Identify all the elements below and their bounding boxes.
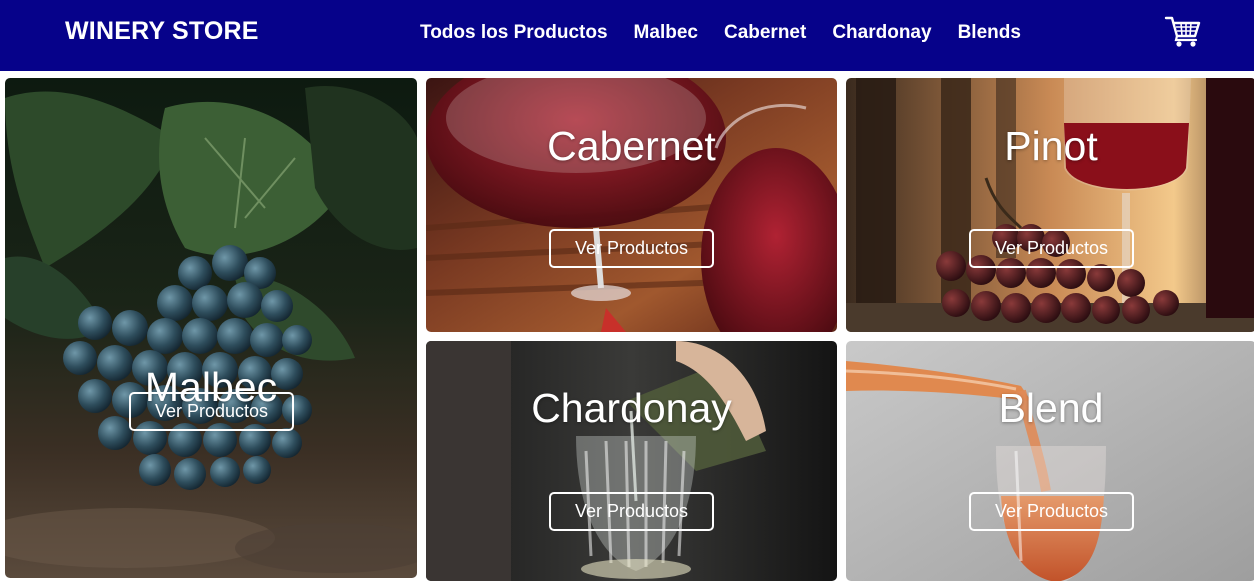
nav-link-chardonay[interactable]: Chardonay [832, 22, 931, 44]
pinot-image [846, 78, 1254, 332]
category-card-pinot: Pinot Ver Productos [846, 78, 1254, 332]
nav-link-cabernet[interactable]: Cabernet [724, 22, 806, 44]
card-title-cabernet: Cabernet [547, 123, 716, 169]
malbec-image [5, 78, 417, 578]
category-card-malbec: Malbec Ver Productos [5, 78, 417, 578]
cart-icon[interactable] [1164, 14, 1202, 48]
ver-productos-button-cabernet[interactable]: Ver Productos [549, 229, 714, 268]
category-card-chardonay: Chardonay Ver Productos [426, 341, 837, 581]
blend-image [846, 341, 1254, 581]
card-title-pinot: Pinot [1004, 123, 1098, 169]
card-title-chardonay: Chardonay [531, 385, 732, 431]
nav-link-blends[interactable]: Blends [958, 22, 1021, 44]
card-title-blend: Blend [998, 385, 1104, 431]
nav-link-malbec[interactable]: Malbec [634, 22, 698, 44]
ver-productos-button-malbec[interactable]: Ver Productos [129, 392, 294, 431]
brand-logo[interactable]: WINERY STORE [65, 17, 259, 46]
ver-productos-button-blend[interactable]: Ver Productos [969, 492, 1134, 531]
category-card-blend: Blend Ver Productos [846, 341, 1254, 581]
main-nav: Todos los Productos Malbec Cabernet Char… [420, 22, 1021, 44]
nav-link-todos[interactable]: Todos los Productos [420, 22, 608, 44]
category-card-cabernet: Cabernet Ver Productos [426, 78, 837, 332]
chardonay-image [426, 341, 837, 581]
ver-productos-button-chardonay[interactable]: Ver Productos [549, 492, 714, 531]
cabernet-image [426, 78, 837, 332]
ver-productos-button-pinot[interactable]: Ver Productos [969, 229, 1134, 268]
navbar: WINERY STORE Todos los Productos Malbec … [0, 0, 1254, 71]
